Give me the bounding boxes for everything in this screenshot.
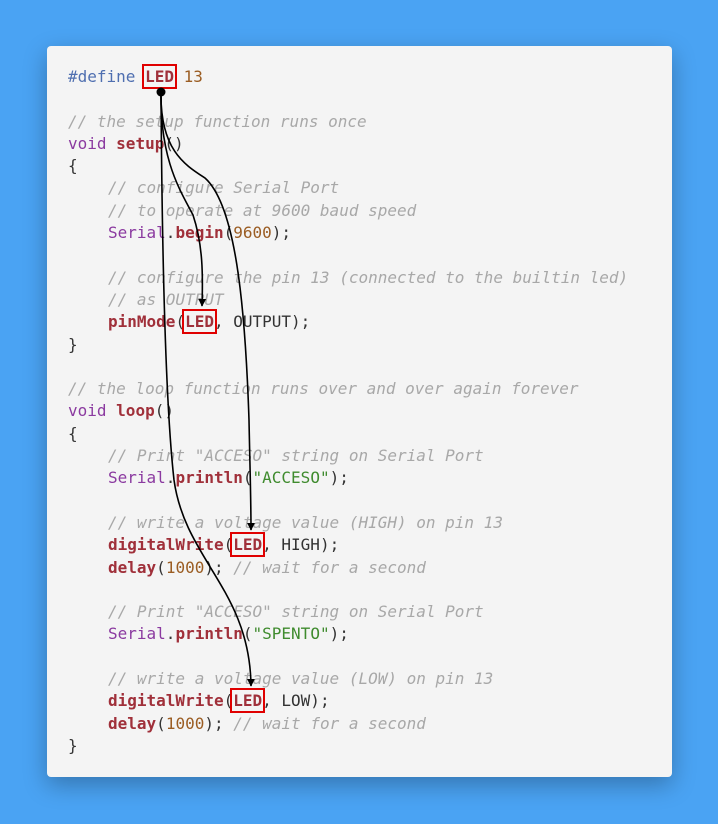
line-define: #define LED 13 xyxy=(68,64,628,89)
comment: // the setup function runs once xyxy=(68,111,367,131)
comment: // configure Serial Port xyxy=(108,178,340,198)
line-blank xyxy=(68,356,628,378)
paren: ( xyxy=(175,312,186,332)
line-digitalwrite-low: digitalWrite(LED, LOW); xyxy=(68,688,628,714)
line-comment-pin1: // configure the pin 13 (connected to th… xyxy=(68,267,628,289)
line-blank xyxy=(68,244,628,266)
line-delay1: delay(1000); // wait for a second xyxy=(68,557,628,579)
line-blank xyxy=(68,646,628,668)
delay-value: 1000 xyxy=(165,557,205,577)
baud-value: 9600 xyxy=(233,223,272,243)
pinmode-function: pinMode xyxy=(108,312,176,332)
comment: // configure the pin 13 (connected to th… xyxy=(108,267,629,287)
println-function: println xyxy=(175,468,243,488)
digitalwrite-function: digitalWrite xyxy=(108,691,224,711)
line-comment-serial1: // configure Serial Port xyxy=(68,177,628,199)
pinmode-led-highlight: LED xyxy=(182,309,217,335)
line-setup-signature: void setup() xyxy=(68,133,628,155)
line-open-brace: { xyxy=(68,423,628,445)
digitalwrite-rest: , HIGH); xyxy=(262,535,340,555)
dot: . xyxy=(165,468,176,488)
line-println-spento: Serial.println("SPENTO"); xyxy=(68,623,628,645)
comment: // wait for a second xyxy=(233,713,426,733)
line-pinmode: pinMode(LED, OUTPUT); xyxy=(68,309,628,335)
paren: ); xyxy=(271,223,292,243)
line-serial-begin: Serial.begin(9600); xyxy=(68,222,628,244)
paren: ); xyxy=(204,557,234,577)
line-println-acceso: Serial.println("ACCESO"); xyxy=(68,467,628,489)
line-blank xyxy=(68,490,628,512)
line-comment-print1: // Print "ACCESO" string on Serial Port xyxy=(68,445,628,467)
dot: . xyxy=(165,624,176,644)
paren: ); xyxy=(204,713,234,733)
line-loop-signature: void loop() xyxy=(68,400,628,422)
line-close-brace: } xyxy=(68,735,628,757)
println-function: println xyxy=(175,624,243,644)
line-comment-pin2: // as OUTPUT xyxy=(68,289,628,311)
delay-function: delay xyxy=(108,557,157,577)
delay-value: 1000 xyxy=(165,713,205,733)
serial-object: Serial xyxy=(108,223,166,243)
code-listing: #define LED 13 // the setup function run… xyxy=(68,64,628,757)
brace: } xyxy=(68,334,78,354)
paren: ( xyxy=(223,691,234,711)
line-digitalwrite-high: digitalWrite(LED, HIGH); xyxy=(68,532,628,558)
paren: () xyxy=(154,401,174,421)
comment: // Print "ACCESO" string on Serial Port xyxy=(108,602,484,622)
string-literal: "ACCESO" xyxy=(252,468,330,488)
void-keyword: void xyxy=(68,401,107,421)
paren: ( xyxy=(156,557,166,577)
line-open-brace: { xyxy=(68,155,628,177)
line-blank xyxy=(68,579,628,601)
line-comment-setup: // the setup function runs once xyxy=(68,111,628,133)
void-keyword: void xyxy=(68,133,107,153)
paren: ); xyxy=(329,624,349,644)
define-led-highlight: LED xyxy=(142,64,177,89)
serial-object: Serial xyxy=(108,624,166,644)
digitalwrite-high-led-highlight: LED xyxy=(230,532,266,558)
comment: // to operate at 9600 baud speed xyxy=(108,200,417,220)
delay-function: delay xyxy=(108,713,157,733)
define-value: 13 xyxy=(183,67,203,86)
comment: // write a voltage value (HIGH) on pin 1… xyxy=(108,512,503,532)
serial-object: Serial xyxy=(108,468,166,488)
line-comment-serial2: // to operate at 9600 baud speed xyxy=(68,200,628,222)
brace: { xyxy=(68,156,78,176)
brace: { xyxy=(68,423,78,443)
paren: ); xyxy=(329,468,349,488)
line-comment-high: // write a voltage value (HIGH) on pin 1… xyxy=(68,512,628,534)
comment: // wait for a second xyxy=(233,557,426,577)
line-comment-low: // write a voltage value (LOW) on pin 13 xyxy=(68,668,628,690)
dot: . xyxy=(165,223,176,243)
comment: // as OUTPUT xyxy=(108,289,224,309)
paren: ( xyxy=(223,223,234,243)
begin-function: begin xyxy=(175,223,224,243)
line-delay2: delay(1000); // wait for a second xyxy=(68,713,628,735)
define-keyword: #define xyxy=(68,67,136,86)
paren: ( xyxy=(156,713,166,733)
digitalwrite-rest: , LOW); xyxy=(262,691,330,711)
paren: () xyxy=(164,133,184,153)
comment: // the loop function runs over and over … xyxy=(68,379,579,399)
digitalwrite-function: digitalWrite xyxy=(108,535,224,555)
line-close-brace: } xyxy=(68,334,628,356)
loop-function: loop xyxy=(116,401,155,421)
comment: // Print "ACCESO" string on Serial Port xyxy=(108,446,484,466)
pinmode-rest: , OUTPUT); xyxy=(213,312,311,332)
line-comment-loop: // the loop function runs over and over … xyxy=(68,378,628,400)
line-comment-print2: // Print "ACCESO" string on Serial Port xyxy=(68,601,628,623)
string-literal: "SPENTO" xyxy=(252,624,330,644)
comment: // write a voltage value (LOW) on pin 13 xyxy=(108,669,494,689)
line-blank xyxy=(68,88,628,110)
brace: } xyxy=(68,735,78,755)
paren: ( xyxy=(242,624,253,644)
paren: ( xyxy=(242,468,253,488)
digitalwrite-low-led-highlight: LED xyxy=(230,688,266,714)
paren: ( xyxy=(223,535,234,555)
setup-function: setup xyxy=(116,133,165,153)
